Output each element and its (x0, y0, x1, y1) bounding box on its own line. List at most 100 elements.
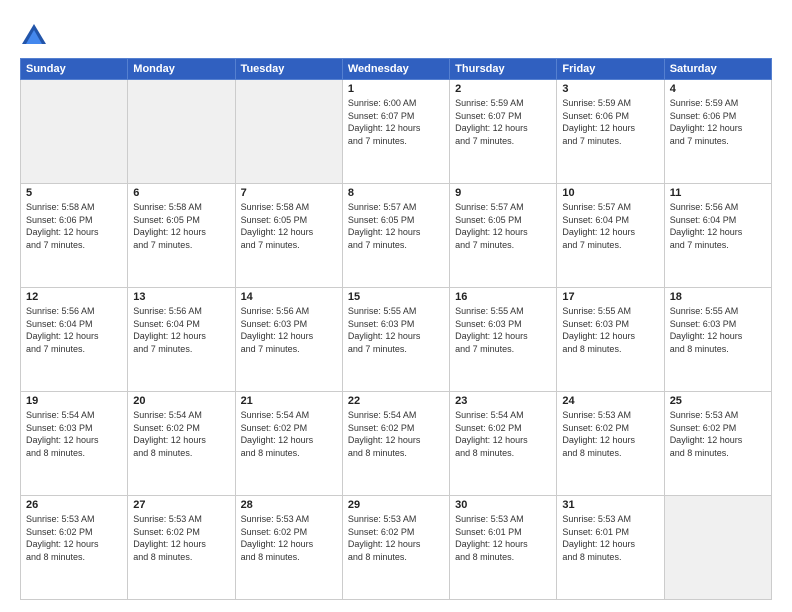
logo (20, 22, 52, 50)
weekday-header-tuesday: Tuesday (235, 59, 342, 80)
week-row-2: 12 Sunrise: 5:56 AMSunset: 6:04 PMDayligh… (21, 288, 772, 392)
calendar-cell: 7 Sunrise: 5:58 AMSunset: 6:05 PMDaylight… (235, 184, 342, 288)
day-number: 22 (348, 395, 444, 407)
calendar-cell: 2 Sunrise: 5:59 AMSunset: 6:07 PMDaylight… (450, 80, 557, 184)
cell-content: Sunrise: 5:58 AMSunset: 6:06 PMDaylight:… (26, 201, 122, 251)
weekday-header-monday: Monday (128, 59, 235, 80)
day-number: 14 (241, 291, 337, 303)
cell-content: Sunrise: 5:59 AMSunset: 6:06 PMDaylight:… (562, 97, 658, 147)
week-row-1: 5Sunrise: 5:58 AMSunset: 6:06 PMDaylight… (21, 184, 772, 288)
cell-content: Sunrise: 5:53 AMSunset: 6:02 PMDaylight:… (562, 409, 658, 459)
weekday-header-friday: Friday (557, 59, 664, 80)
weekday-header-wednesday: Wednesday (342, 59, 449, 80)
day-number: 30 (455, 499, 551, 511)
cell-content: Sunrise: 5:53 AMSunset: 6:02 PMDaylight:… (26, 513, 122, 563)
cell-content: Sunrise: 5:54 AMSunset: 6:02 PMDaylight:… (455, 409, 551, 459)
calendar-cell: 13 Sunrise: 5:56 AMSunset: 6:04 PMDayligh… (128, 288, 235, 392)
day-number: 19 (26, 395, 122, 407)
week-row-4: 26 Sunrise: 5:53 AMSunset: 6:02 PMDayligh… (21, 496, 772, 600)
weekday-header-thursday: Thursday (450, 59, 557, 80)
cell-content: Sunrise: 5:56 AMSunset: 6:04 PMDaylight:… (26, 305, 122, 355)
cell-content: Sunrise: 5:54 AMSunset: 6:02 PMDaylight:… (133, 409, 229, 459)
calendar-cell: 8 Sunrise: 5:57 AMSunset: 6:05 PMDaylight… (342, 184, 449, 288)
day-number: 2 (455, 83, 551, 95)
cell-content: Sunrise: 5:53 AMSunset: 6:02 PMDaylight:… (348, 513, 444, 563)
day-number: 6 (133, 187, 229, 199)
calendar-cell: 15 Sunrise: 5:55 AMSunset: 6:03 PMDayligh… (342, 288, 449, 392)
day-number: 29 (348, 499, 444, 511)
calendar-cell (21, 80, 128, 184)
cell-content: Sunrise: 5:53 AMSunset: 6:01 PMDaylight:… (455, 513, 551, 563)
cell-content: Sunrise: 5:54 AMSunset: 6:02 PMDaylight:… (348, 409, 444, 459)
calendar-cell: 4Sunrise: 5:59 AMSunset: 6:06 PMDaylight… (664, 80, 771, 184)
weekday-header-saturday: Saturday (664, 59, 771, 80)
cell-content: Sunrise: 5:55 AMSunset: 6:03 PMDaylight:… (670, 305, 766, 355)
cell-content: Sunrise: 5:55 AMSunset: 6:03 PMDaylight:… (455, 305, 551, 355)
day-number: 10 (562, 187, 658, 199)
calendar: SundayMondayTuesdayWednesdayThursdayFrid… (20, 58, 772, 600)
calendar-cell: 16 Sunrise: 5:55 AMSunset: 6:03 PMDayligh… (450, 288, 557, 392)
cell-content: Sunrise: 5:58 AMSunset: 6:05 PMDaylight:… (241, 201, 337, 251)
cell-content: Sunrise: 5:53 AMSunset: 6:02 PMDaylight:… (133, 513, 229, 563)
calendar-body: 1Sunrise: 6:00 AMSunset: 6:07 PMDaylight… (21, 80, 772, 600)
calendar-header: SundayMondayTuesdayWednesdayThursdayFrid… (21, 59, 772, 80)
calendar-cell: 3 Sunrise: 5:59 AMSunset: 6:06 PMDaylight… (557, 80, 664, 184)
calendar-cell: 20 Sunrise: 5:54 AMSunset: 6:02 PMDayligh… (128, 392, 235, 496)
calendar-cell (235, 80, 342, 184)
calendar-cell: 19Sunrise: 5:54 AMSunset: 6:03 PMDayligh… (21, 392, 128, 496)
calendar-cell: 27 Sunrise: 5:53 AMSunset: 6:02 PMDayligh… (128, 496, 235, 600)
calendar-cell: 28Sunrise: 5:53 AMSunset: 6:02 PMDayligh… (235, 496, 342, 600)
day-number: 9 (455, 187, 551, 199)
week-row-0: 1Sunrise: 6:00 AMSunset: 6:07 PMDaylight… (21, 80, 772, 184)
cell-content: Sunrise: 5:54 AMSunset: 6:02 PMDaylight:… (241, 409, 337, 459)
header (20, 18, 772, 50)
calendar-cell: 22 Sunrise: 5:54 AMSunset: 6:02 PMDayligh… (342, 392, 449, 496)
weekday-header-sunday: Sunday (21, 59, 128, 80)
cell-content: Sunrise: 5:56 AMSunset: 6:04 PMDaylight:… (133, 305, 229, 355)
calendar-cell: 25 Sunrise: 5:53 AMSunset: 6:02 PMDayligh… (664, 392, 771, 496)
day-number: 24 (562, 395, 658, 407)
cell-content: Sunrise: 5:55 AMSunset: 6:03 PMDaylight:… (562, 305, 658, 355)
week-row-3: 19Sunrise: 5:54 AMSunset: 6:03 PMDayligh… (21, 392, 772, 496)
cell-content: Sunrise: 5:57 AMSunset: 6:05 PMDaylight:… (348, 201, 444, 251)
calendar-cell: 10 Sunrise: 5:57 AMSunset: 6:04 PMDayligh… (557, 184, 664, 288)
day-number: 13 (133, 291, 229, 303)
calendar-cell (128, 80, 235, 184)
calendar-cell: 5Sunrise: 5:58 AMSunset: 6:06 PMDaylight… (21, 184, 128, 288)
day-number: 21 (241, 395, 337, 407)
calendar-cell: 18Sunrise: 5:55 AMSunset: 6:03 PMDayligh… (664, 288, 771, 392)
cell-content: Sunrise: 5:58 AMSunset: 6:05 PMDaylight:… (133, 201, 229, 251)
day-number: 11 (670, 187, 766, 199)
day-number: 17 (562, 291, 658, 303)
day-number: 27 (133, 499, 229, 511)
cell-content: Sunrise: 5:55 AMSunset: 6:03 PMDaylight:… (348, 305, 444, 355)
cell-content: Sunrise: 5:57 AMSunset: 6:04 PMDaylight:… (562, 201, 658, 251)
calendar-cell: 12 Sunrise: 5:56 AMSunset: 6:04 PMDayligh… (21, 288, 128, 392)
day-number: 25 (670, 395, 766, 407)
day-number: 15 (348, 291, 444, 303)
day-number: 12 (26, 291, 122, 303)
cell-content: Sunrise: 5:53 AMSunset: 6:02 PMDaylight:… (670, 409, 766, 459)
cell-content: Sunrise: 5:56 AMSunset: 6:03 PMDaylight:… (241, 305, 337, 355)
cell-content: Sunrise: 5:56 AMSunset: 6:04 PMDaylight:… (670, 201, 766, 251)
calendar-cell: 9Sunrise: 5:57 AMSunset: 6:05 PMDaylight… (450, 184, 557, 288)
calendar-cell: 24 Sunrise: 5:53 AMSunset: 6:02 PMDayligh… (557, 392, 664, 496)
page: SundayMondayTuesdayWednesdayThursdayFrid… (0, 0, 792, 612)
cell-content: Sunrise: 5:53 AMSunset: 6:01 PMDaylight:… (562, 513, 658, 563)
calendar-cell: 17 Sunrise: 5:55 AMSunset: 6:03 PMDayligh… (557, 288, 664, 392)
calendar-cell: 14 Sunrise: 5:56 AMSunset: 6:03 PMDayligh… (235, 288, 342, 392)
cell-content: Sunrise: 5:59 AMSunset: 6:07 PMDaylight:… (455, 97, 551, 147)
day-number: 16 (455, 291, 551, 303)
day-number: 20 (133, 395, 229, 407)
day-number: 3 (562, 83, 658, 95)
calendar-cell: 21 Sunrise: 5:54 AMSunset: 6:02 PMDayligh… (235, 392, 342, 496)
calendar-cell: 29 Sunrise: 5:53 AMSunset: 6:02 PMDayligh… (342, 496, 449, 600)
day-number: 4 (670, 83, 766, 95)
day-number: 26 (26, 499, 122, 511)
day-number: 23 (455, 395, 551, 407)
day-number: 7 (241, 187, 337, 199)
day-number: 8 (348, 187, 444, 199)
cell-content: Sunrise: 5:53 AMSunset: 6:02 PMDaylight:… (241, 513, 337, 563)
logo-icon (20, 22, 48, 50)
calendar-cell: 23 Sunrise: 5:54 AMSunset: 6:02 PMDayligh… (450, 392, 557, 496)
